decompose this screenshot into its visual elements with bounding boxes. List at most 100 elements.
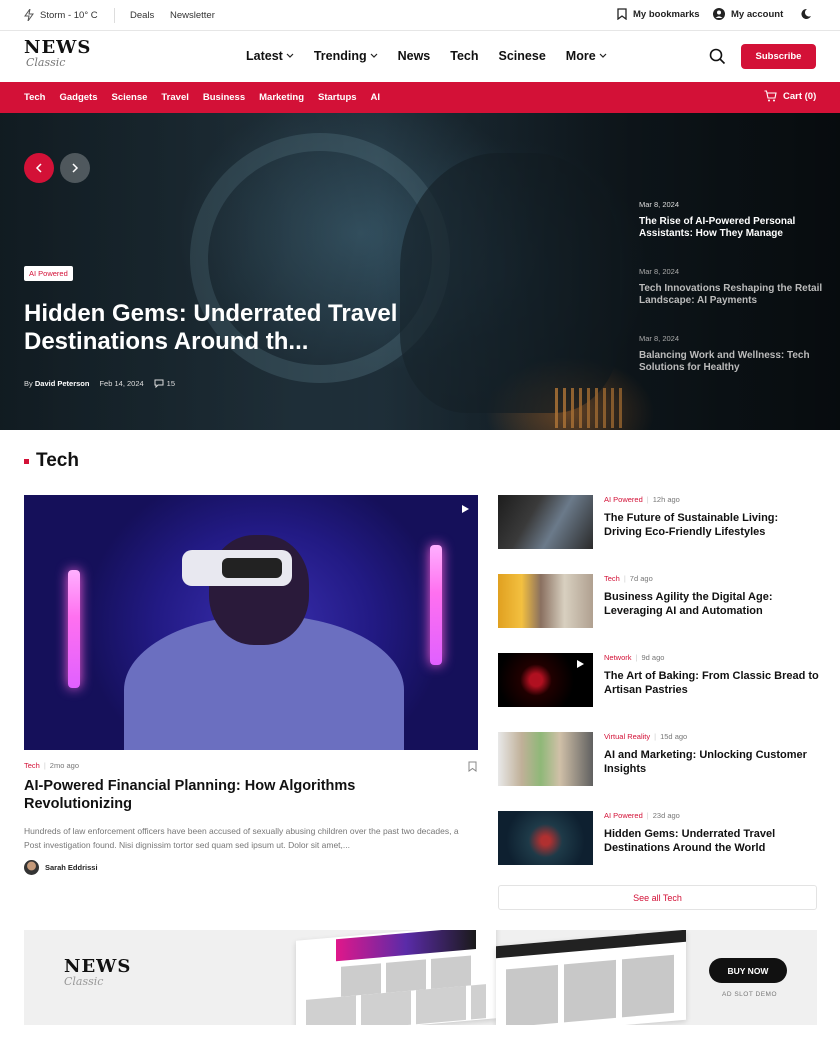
deals-link[interactable]: Deals [130,10,154,21]
ad-logo-wordmark: NEWS [64,956,132,977]
category-bar: Tech Gadgets Sciense Travel Business Mar… [0,82,840,113]
list-thumbnail [498,732,593,786]
hero-author[interactable]: David Peterson [35,379,90,388]
side-title: Tech Innovations Reshaping the Retail La… [639,283,823,306]
search-icon [709,48,726,65]
category-marketing[interactable]: Marketing [259,92,304,103]
main-nav: Latest Trending News Tech Scinese More [246,49,607,63]
category-list: Tech Gadgets Sciense Travel Business Mar… [24,92,380,103]
category-tech[interactable]: Tech [24,92,45,103]
video-play-button[interactable] [461,501,470,519]
ad-slot-label: AD SLOT DEMO [722,991,778,998]
site-logo[interactable]: NEWS Classic [24,39,90,75]
category-startups[interactable]: Startups [318,92,357,103]
nav-trending[interactable]: Trending [314,49,378,63]
buy-now-button[interactable]: BUY NOW [709,958,787,983]
chevron-down-icon [286,53,294,58]
list-title: The Art of Baking: From Classic Bread to… [604,670,819,696]
mockup-block [506,954,676,1025]
chevron-right-icon [72,163,79,173]
section-heading: Tech [24,450,79,472]
side-date: Mar 8, 2024 [639,267,680,276]
dark-mode-toggle[interactable] [800,8,812,23]
cart-icon [764,90,777,102]
list-category[interactable]: Tech [604,574,620,583]
nav-label: More [565,49,596,63]
hero-comments: 15 [166,379,176,388]
feature-time: 2mo ago [49,761,79,770]
feature-bookmark-button[interactable] [468,759,477,777]
list-category[interactable]: AI Powered [604,811,643,820]
category-gadgets[interactable]: Gadgets [59,92,97,103]
feature-title[interactable]: AI-Powered Financial Planning: How Algor… [24,777,424,813]
bookmarks-link[interactable]: My bookmarks [617,8,700,20]
ad-mockup-screen [496,930,686,1025]
list-time: 23d ago [652,811,680,820]
see-all-button[interactable]: See all Tech [498,885,817,910]
list-item[interactable]: AI Powered | 12h ago The Future of Sustain… [498,495,818,550]
nav-latest[interactable]: Latest [246,49,294,63]
feature-image[interactable] [24,495,478,750]
list-item[interactable]: Virtual Reality | 15d ago AI and Marketing… [498,732,818,787]
ad-banner[interactable]: NEWS Classic BUY NOW AD SLOT DEMO [24,930,817,1025]
side-date: Mar 8, 2024 [639,334,680,343]
list-item[interactable]: Network | 9d ago The Art of Baking: From C… [498,653,819,708]
play-icon [577,660,584,668]
list-meta: AI Powered | 23d ago [604,811,680,820]
slider-prev-button[interactable] [24,153,54,183]
list-category[interactable]: AI Powered [604,495,643,504]
hero-side-item[interactable]: Mar 8, 2024 Tech Innovations Reshaping t… [639,267,829,307]
feature-excerpt: Hundreds of law enforcement officers hav… [24,826,459,850]
list-category[interactable]: Network [604,653,632,662]
user-icon [713,8,725,20]
list-title: Hidden Gems: Underrated Travel Destinati… [604,828,776,854]
list-time: 9d ago [641,653,665,662]
nav-label: Trending [313,49,367,63]
list-title: Business Agility the Digital Age: Levera… [604,591,773,617]
ad-logo-script: Classic [64,975,104,988]
list-time: 12h ago [652,495,680,504]
account-label: My account [731,8,784,20]
section-title[interactable]: Tech [36,450,79,472]
cart-label: Cart (0) [783,90,817,102]
category-business[interactable]: Business [203,92,245,103]
hero-title[interactable]: Hidden Gems: Underrated Travel Destinati… [24,300,444,356]
list-thumbnail [498,811,593,865]
hero-slider[interactable]: AI Powered Hidden Gems: Underrated Trave… [0,113,840,430]
moon-icon [801,8,811,19]
weather-widget[interactable]: Storm - 10° C [24,9,98,21]
slider-next-button[interactable] [60,153,90,183]
author-name: Sarah Eddrissi [45,863,98,872]
list-title: AI and Marketing: Unlocking Customer Ins… [604,749,807,775]
hero-side-item[interactable]: Mar 8, 2024 The Rise of AI-Powered Perso… [639,200,829,240]
list-item[interactable]: AI Powered | 23d ago Hidden Gems: Underrat… [498,811,818,866]
category-ai[interactable]: AI [371,92,381,103]
category-sciense[interactable]: Sciense [111,92,147,103]
nav-scinese[interactable]: Scinese [499,49,546,63]
side-date: Mar 8, 2024 [639,200,680,209]
bookmark-icon [468,761,477,772]
account-link[interactable]: My account [713,8,783,20]
neon-tube [68,570,80,688]
feature-category[interactable]: Tech [24,761,40,770]
cart-link[interactable]: Cart (0) [764,90,816,102]
nav-news[interactable]: News [398,49,431,63]
subscribe-button[interactable]: Subscribe [741,44,816,69]
search-button[interactable] [709,48,726,70]
nav-tech[interactable]: Tech [450,49,478,63]
play-icon [462,505,469,513]
comment-icon [154,379,164,388]
feature-author[interactable]: Sarah Eddrissi [24,860,98,875]
hero-date: Feb 14, 2024 [99,379,144,388]
section-marker [24,458,29,464]
hero-side-item[interactable]: Mar 8, 2024 Balancing Work and Wellness:… [639,334,829,374]
category-travel[interactable]: Travel [161,92,188,103]
list-item[interactable]: Tech | 7d ago Business Agility the Digital… [498,574,818,629]
nav-more[interactable]: More [566,49,607,63]
weather-text: Storm - 10° C [40,9,98,21]
chevron-down-icon [599,53,607,58]
newsletter-link[interactable]: Newsletter [170,10,215,21]
hero-category-tag[interactable]: AI Powered [24,266,73,281]
vr-headset [182,550,292,586]
list-category[interactable]: Virtual Reality [604,732,650,741]
